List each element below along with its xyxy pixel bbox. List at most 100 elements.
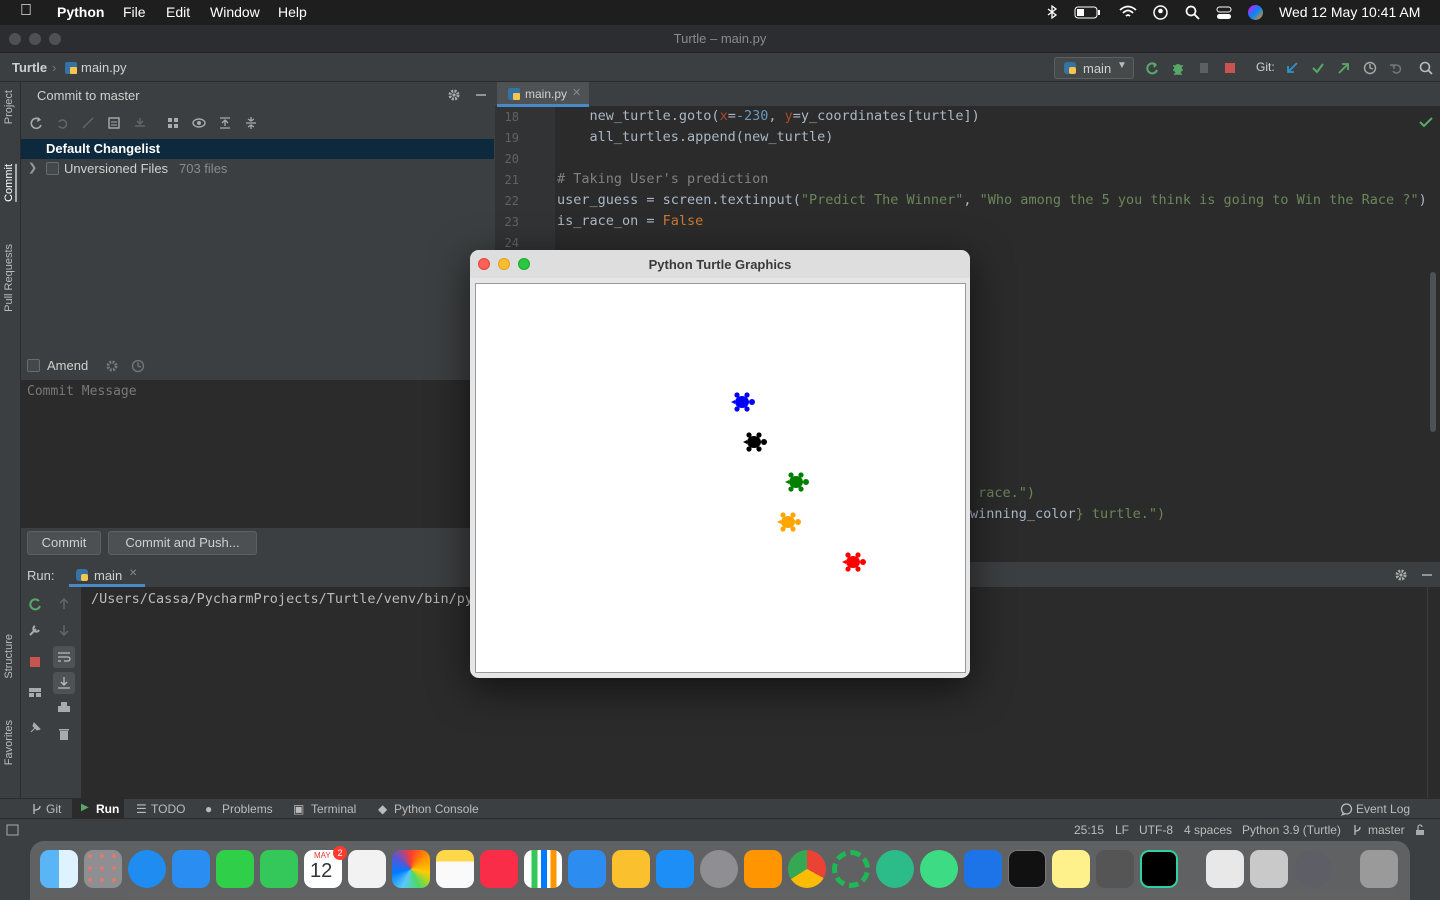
spotlight-search-icon[interactable] — [1185, 5, 1200, 20]
indent-setting[interactable]: 4 spaces — [1184, 823, 1232, 837]
textedit-dock-icon[interactable] — [1206, 850, 1244, 888]
keynote-dock-icon[interactable] — [568, 850, 606, 888]
tool-tab-structure[interactable]: Structure — [3, 634, 15, 679]
print-icon[interactable] — [57, 701, 71, 715]
tool-tab-project[interactable]: Project — [3, 90, 15, 124]
chevron-right-icon[interactable]: ❯ — [28, 161, 37, 174]
commit-options-gear-icon[interactable] — [105, 359, 119, 373]
editor-scrollbar[interactable] — [1430, 272, 1436, 432]
menu-window[interactable]: Window — [210, 4, 260, 20]
stickies-dock-icon[interactable] — [1052, 850, 1090, 888]
soft-wrap-toggle[interactable] — [53, 646, 75, 668]
history-icon[interactable] — [1363, 61, 1377, 75]
gear-icon[interactable] — [447, 88, 461, 102]
terminal-dock-icon[interactable] — [1008, 850, 1046, 888]
tab-python-console[interactable]: Python Console — [394, 802, 479, 816]
tool-tab-commit[interactable]: Commit — [3, 164, 17, 202]
scroll-down-icon[interactable] — [57, 623, 71, 637]
run-output-scrollbar[interactable] — [1427, 587, 1440, 798]
rerun-icon[interactable] — [28, 597, 42, 611]
tab-todo[interactable]: TODO — [151, 802, 185, 816]
run-config-dropdown[interactable]: main ▼ — [1054, 57, 1134, 79]
bluetooth-icon[interactable] — [1045, 5, 1059, 19]
control-center-icon[interactable] — [1216, 5, 1232, 20]
search-icon[interactable] — [1419, 61, 1433, 75]
finder-dock-icon[interactable] — [40, 850, 78, 888]
editor-tab-main-py[interactable]: main.py ✕ — [497, 82, 589, 107]
default-changelist-row[interactable]: Default Changelist — [21, 139, 494, 159]
notes-dock-icon[interactable] — [436, 850, 474, 888]
android-studio-dock-icon[interactable] — [920, 850, 958, 888]
activity-ring-dock-icon[interactable] — [832, 850, 870, 888]
battery-icon[interactable] — [1074, 6, 1102, 19]
rollback-changes-icon[interactable] — [55, 116, 69, 130]
photos-dock-icon[interactable] — [392, 850, 430, 888]
rollback-icon[interactable] — [1389, 61, 1403, 75]
tool-tab-favorites[interactable]: Favorites — [3, 720, 15, 765]
breadcrumb-file[interactable]: main.py — [81, 60, 127, 75]
breadcrumb-project[interactable]: Turtle — [12, 60, 47, 75]
system-preferences-dock-icon[interactable] — [700, 850, 738, 888]
hide-panel-icon[interactable] — [474, 88, 488, 102]
unversioned-checkbox[interactable] — [46, 162, 59, 175]
rerun-icon[interactable] — [1145, 61, 1159, 75]
atom-dock-icon[interactable] — [876, 850, 914, 888]
safari-dock-icon[interactable] — [128, 850, 166, 888]
preview-dock-icon[interactable] — [1250, 850, 1288, 888]
tab-git[interactable]: Git — [46, 802, 61, 816]
scroll-to-end-toggle[interactable] — [53, 672, 75, 694]
user-account-icon[interactable] — [1153, 5, 1168, 20]
commit-history-icon[interactable] — [131, 359, 145, 373]
git-branch-name[interactable]: master — [1368, 823, 1405, 837]
trash-dock-icon[interactable] — [1360, 850, 1398, 888]
app-store-dock-icon[interactable] — [656, 850, 694, 888]
refresh-icon[interactable] — [29, 116, 43, 130]
apple-menu-icon[interactable]:  — [20, 2, 32, 20]
wifi-icon[interactable] — [1119, 5, 1137, 19]
books-dock-icon[interactable] — [744, 850, 782, 888]
scroll-up-icon[interactable] — [57, 597, 71, 611]
git-commit-icon[interactable] — [1311, 61, 1325, 75]
pin-icon[interactable] — [28, 721, 42, 735]
amend-checkbox[interactable] — [27, 359, 40, 372]
event-log-tab[interactable]: Event Log — [1356, 802, 1410, 816]
calculator-dock-icon[interactable] — [1096, 850, 1134, 888]
collapse-all-icon[interactable] — [244, 116, 258, 130]
chrome-dock-icon[interactable] — [788, 850, 826, 888]
messages-dock-icon[interactable] — [260, 850, 298, 888]
reminders-dock-icon[interactable] — [348, 850, 386, 888]
rocket-dock-icon[interactable] — [1294, 850, 1332, 888]
tab-run-active[interactable]: ▶ Run — [72, 799, 124, 818]
calendar-dock-icon[interactable]: MAY 12 2 — [304, 846, 347, 888]
caret-position[interactable]: 25:15 — [1074, 823, 1104, 837]
menu-file[interactable]: File — [123, 4, 146, 20]
pycharm-dock-icon[interactable] — [1140, 850, 1178, 888]
numbers-dock-icon[interactable] — [524, 850, 562, 888]
mail-dock-icon[interactable] — [172, 850, 210, 888]
run-settings-gear-icon[interactable] — [1394, 568, 1408, 582]
music-dock-icon[interactable] — [480, 850, 518, 888]
eye-icon[interactable] — [192, 116, 206, 130]
launchpad-dock-icon[interactable] — [84, 850, 122, 888]
run-tab-main[interactable]: main ✕ — [69, 563, 145, 587]
commit-message-field[interactable]: Commit Message — [21, 380, 494, 528]
pages-dock-icon[interactable] — [612, 850, 650, 888]
menu-app-name[interactable]: Python — [57, 4, 104, 20]
coverage-icon[interactable] — [1197, 61, 1211, 75]
layout-icon[interactable] — [28, 685, 42, 699]
git-push-icon[interactable] — [1337, 61, 1351, 75]
close-run-tab-icon[interactable]: ✕ — [129, 568, 137, 579]
turtle-window-titlebar[interactable]: Python Turtle Graphics — [470, 250, 970, 278]
clear-trash-icon[interactable] — [57, 727, 71, 741]
expand-all-icon[interactable] — [218, 116, 232, 130]
commit-and-push-button[interactable]: Commit and Push... — [108, 531, 257, 555]
menu-help[interactable]: Help — [278, 4, 307, 20]
file-encoding[interactable]: UTF-8 — [1139, 823, 1173, 837]
xcode-dock-icon[interactable] — [964, 850, 1002, 888]
wrench-icon[interactable] — [28, 623, 42, 637]
show-diff-icon[interactable] — [107, 116, 121, 130]
turtle-canvas[interactable] — [475, 283, 966, 673]
menubar-clock[interactable]: Wed 12 May 10:41 AM — [1279, 4, 1420, 20]
menu-edit[interactable]: Edit — [166, 4, 190, 20]
tool-tab-pull-requests[interactable]: Pull Requests — [3, 244, 15, 312]
